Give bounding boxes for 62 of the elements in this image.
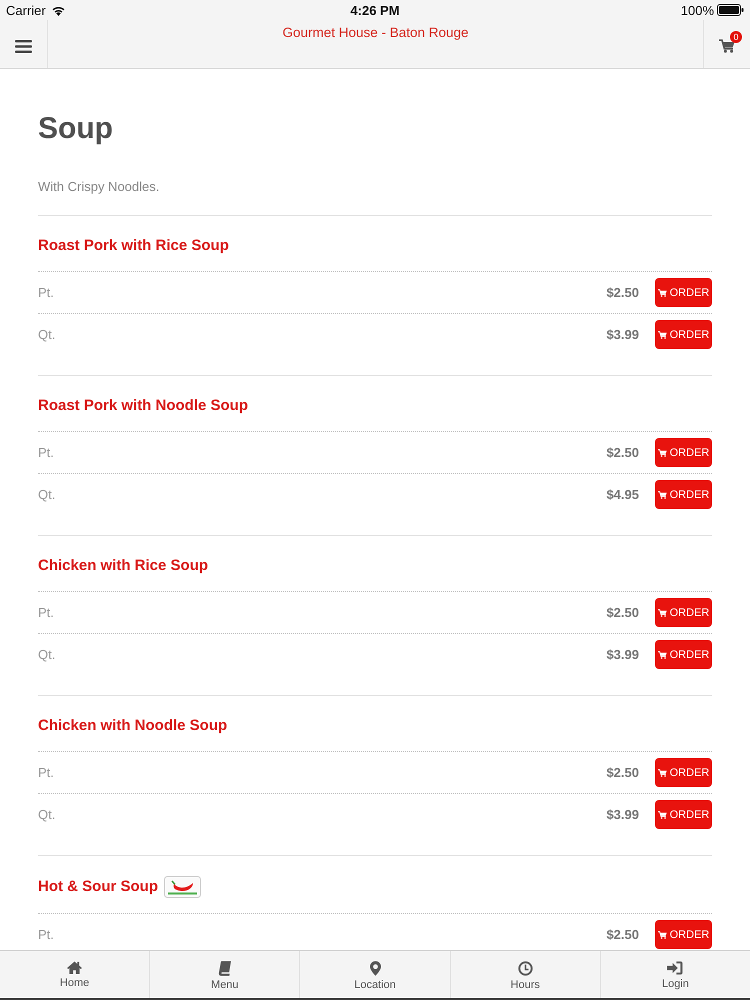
carrier-name: Carrier bbox=[6, 2, 46, 18]
item-name: Chicken with Noodle Soup bbox=[38, 716, 228, 736]
cart-icon bbox=[658, 448, 667, 456]
size-label: Qt. bbox=[38, 647, 56, 662]
item-price: $3.99 bbox=[606, 327, 639, 342]
map-pin-icon bbox=[370, 961, 380, 976]
battery-icon bbox=[717, 4, 744, 16]
cart-count-badge: 0 bbox=[730, 31, 742, 43]
size-label: Pt. bbox=[38, 927, 54, 942]
clock-icon bbox=[518, 961, 533, 976]
menu-icon[interactable] bbox=[15, 40, 32, 52]
order-button[interactable]: ORDER bbox=[655, 598, 712, 627]
order-button[interactable]: ORDER bbox=[655, 278, 712, 307]
size-label: Qt. bbox=[38, 487, 56, 502]
restaurant-name: Gourmet House - Baton Rouge bbox=[282, 25, 469, 41]
sign-in-icon bbox=[667, 961, 684, 975]
item-price: $2.50 bbox=[606, 765, 639, 780]
book-icon bbox=[218, 961, 232, 976]
category-description: With Crispy Noodles. bbox=[38, 179, 160, 195]
tab-button[interactable]: Login bbox=[600, 951, 750, 998]
status-time: 4:26 PM bbox=[350, 2, 400, 18]
tab-button[interactable]: Location bbox=[299, 951, 450, 998]
size-label: Pt. bbox=[38, 285, 54, 300]
cart-icon bbox=[658, 768, 667, 776]
cart-icon bbox=[658, 490, 667, 498]
size-label: Pt. bbox=[38, 445, 54, 460]
size-label: Pt. bbox=[38, 765, 54, 780]
item-price: $2.50 bbox=[606, 445, 639, 460]
order-button[interactable]: ORDER bbox=[655, 640, 712, 669]
cart-icon[interactable] bbox=[719, 39, 735, 53]
order-button[interactable]: ORDER bbox=[655, 800, 712, 829]
battery-percent: 100% bbox=[680, 2, 714, 18]
item-price: $3.99 bbox=[606, 647, 639, 662]
tab-button[interactable]: Menu bbox=[149, 951, 300, 998]
size-label: Qt. bbox=[38, 327, 56, 342]
cart-icon bbox=[658, 608, 667, 616]
order-button[interactable]: ORDER bbox=[655, 920, 712, 949]
item-price: $2.50 bbox=[606, 605, 639, 620]
cart-icon bbox=[658, 650, 667, 658]
item-price: $4.95 bbox=[606, 487, 639, 502]
item-name: Roast Pork with Noodle Soup bbox=[38, 396, 248, 416]
cart-icon bbox=[658, 288, 667, 296]
item-name: Roast Pork with Rice Soup bbox=[38, 236, 229, 256]
order-button[interactable]: ORDER bbox=[655, 480, 712, 509]
size-label: Qt. bbox=[38, 807, 56, 822]
item-price: $2.50 bbox=[606, 285, 639, 300]
item-price: $2.50 bbox=[606, 927, 639, 942]
item-name: Hot & Sour Soup bbox=[38, 877, 158, 897]
size-label: Pt. bbox=[38, 605, 54, 620]
wifi-icon bbox=[50, 4, 66, 16]
home-icon bbox=[67, 961, 82, 974]
cart-icon bbox=[658, 330, 667, 338]
order-button[interactable]: ORDER bbox=[655, 758, 712, 787]
order-button[interactable]: ORDER bbox=[655, 320, 712, 349]
cart-icon bbox=[658, 810, 667, 818]
item-price: $3.99 bbox=[606, 807, 639, 822]
cart-icon bbox=[658, 930, 667, 938]
tab-button[interactable]: Hours bbox=[450, 951, 600, 998]
item-name: Chicken with Rice Soup bbox=[38, 556, 208, 576]
category-title: Soup bbox=[38, 111, 114, 147]
tab-button[interactable]: Home bbox=[0, 951, 150, 998]
order-button[interactable]: ORDER bbox=[655, 438, 712, 467]
